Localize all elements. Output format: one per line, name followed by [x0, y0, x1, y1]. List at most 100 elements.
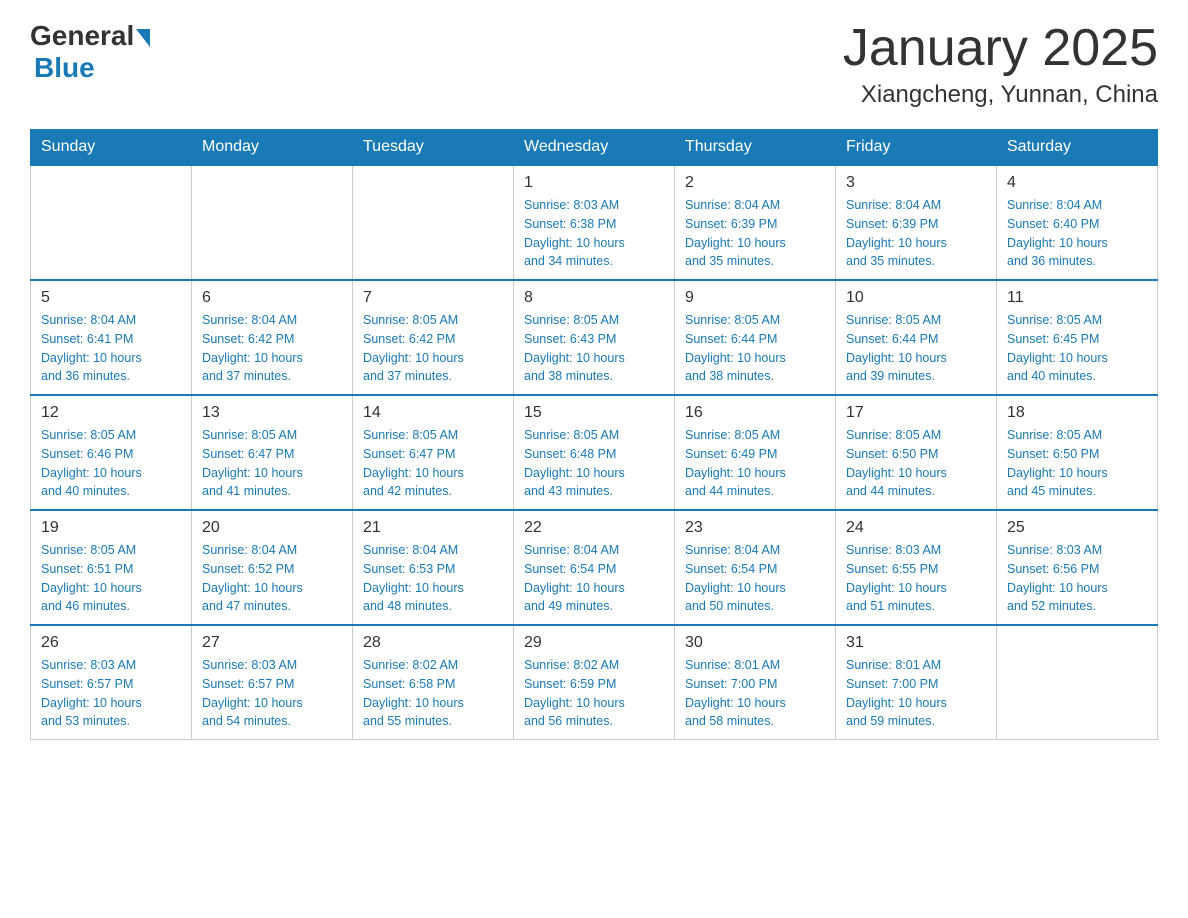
- calendar-cell: 15Sunrise: 8:05 AM Sunset: 6:48 PM Dayli…: [514, 395, 675, 510]
- day-info: Sunrise: 8:01 AM Sunset: 7:00 PM Dayligh…: [685, 656, 825, 731]
- day-number: 21: [363, 519, 503, 537]
- title-section: January 2025 Xiangcheng, Yunnan, China: [843, 20, 1158, 109]
- calendar-cell: [192, 165, 353, 280]
- day-number: 28: [363, 634, 503, 652]
- calendar-cell: 20 Sunrise: 8:04 AM Sunset: 6:52 PM Dayli…: [192, 510, 353, 625]
- col-saturday: Saturday: [997, 130, 1158, 166]
- day-info: Sunrise: 8:05 AM Sunset: 6:44 PM Dayligh…: [846, 311, 986, 386]
- calendar-cell: 24Sunrise: 8:03 AM Sunset: 6:55 PM Dayli…: [836, 510, 997, 625]
- day-number: 19: [41, 519, 181, 537]
- day-info: Sunrise: 8:05 AM Sunset: 6:49 PM Dayligh…: [685, 426, 825, 501]
- day-info: Sunrise: 8:05 AM Sunset: 6:51 PM Dayligh…: [41, 541, 181, 616]
- day-number: 3: [846, 174, 986, 192]
- day-number: 31: [846, 634, 986, 652]
- calendar-cell: 31Sunrise: 8:01 AM Sunset: 7:00 PM Dayli…: [836, 625, 997, 740]
- calendar-cell: 27 Sunrise: 8:03 AM Sunset: 6:57 PM Dayli…: [192, 625, 353, 740]
- day-number: 14: [363, 404, 503, 422]
- calendar-cell: 11 Sunrise: 8:05 AM Sunset: 6:45 PM Dayli…: [997, 280, 1158, 395]
- week-row-5: 26 Sunrise: 8:03 AM Sunset: 6:57 PM Dayli…: [31, 625, 1158, 740]
- calendar-cell: 26 Sunrise: 8:03 AM Sunset: 6:57 PM Dayli…: [31, 625, 192, 740]
- col-tuesday: Tuesday: [353, 130, 514, 166]
- day-info: Sunrise: 8:03 AM Sunset: 6:57 PM Dayligh…: [202, 656, 342, 731]
- day-info: Sunrise: 8:04 AM Sunset: 6:42 PM Dayligh…: [202, 311, 342, 386]
- calendar-header-row: Sunday Monday Tuesday Wednesday Thursday…: [31, 130, 1158, 166]
- day-number: 27: [202, 634, 342, 652]
- day-number: 1: [524, 174, 664, 192]
- day-info: Sunrise: 8:04 AM Sunset: 6:54 PM Dayligh…: [685, 541, 825, 616]
- day-info: Sunrise: 8:05 AM Sunset: 6:47 PM Dayligh…: [202, 426, 342, 501]
- week-row-2: 5Sunrise: 8:04 AM Sunset: 6:41 PM Daylig…: [31, 280, 1158, 395]
- day-number: 29: [524, 634, 664, 652]
- day-info: Sunrise: 8:05 AM Sunset: 6:50 PM Dayligh…: [1007, 426, 1147, 501]
- day-info: Sunrise: 8:02 AM Sunset: 6:59 PM Dayligh…: [524, 656, 664, 731]
- day-info: Sunrise: 8:04 AM Sunset: 6:40 PM Dayligh…: [1007, 196, 1147, 271]
- day-number: 12: [41, 404, 181, 422]
- day-number: 10: [846, 289, 986, 307]
- day-info: Sunrise: 8:05 AM Sunset: 6:46 PM Dayligh…: [41, 426, 181, 501]
- page-header: General Blue January 2025 Xiangcheng, Yu…: [30, 20, 1158, 109]
- logo-blue-text: Blue: [34, 52, 95, 83]
- day-number: 13: [202, 404, 342, 422]
- day-number: 22: [524, 519, 664, 537]
- day-number: 26: [41, 634, 181, 652]
- day-number: 25: [1007, 519, 1147, 537]
- col-sunday: Sunday: [31, 130, 192, 166]
- day-number: 15: [524, 404, 664, 422]
- logo: General Blue: [30, 20, 150, 84]
- calendar-title: January 2025: [843, 20, 1158, 77]
- day-number: 20: [202, 519, 342, 537]
- day-info: Sunrise: 8:05 AM Sunset: 6:50 PM Dayligh…: [846, 426, 986, 501]
- calendar-subtitle: Xiangcheng, Yunnan, China: [843, 81, 1158, 109]
- logo-arrow-icon: [136, 29, 150, 47]
- col-friday: Friday: [836, 130, 997, 166]
- day-info: Sunrise: 8:04 AM Sunset: 6:39 PM Dayligh…: [846, 196, 986, 271]
- day-number: 16: [685, 404, 825, 422]
- calendar-cell: 3 Sunrise: 8:04 AM Sunset: 6:39 PM Daylig…: [836, 165, 997, 280]
- day-info: Sunrise: 8:04 AM Sunset: 6:52 PM Dayligh…: [202, 541, 342, 616]
- calendar-cell: [997, 625, 1158, 740]
- calendar-cell: [353, 165, 514, 280]
- calendar-cell: 6Sunrise: 8:04 AM Sunset: 6:42 PM Daylig…: [192, 280, 353, 395]
- calendar-cell: 12 Sunrise: 8:05 AM Sunset: 6:46 PM Dayli…: [31, 395, 192, 510]
- calendar-cell: [31, 165, 192, 280]
- col-monday: Monday: [192, 130, 353, 166]
- week-row-3: 12 Sunrise: 8:05 AM Sunset: 6:46 PM Dayli…: [31, 395, 1158, 510]
- calendar-cell: 10 Sunrise: 8:05 AM Sunset: 6:44 PM Dayli…: [836, 280, 997, 395]
- day-info: Sunrise: 8:05 AM Sunset: 6:43 PM Dayligh…: [524, 311, 664, 386]
- day-number: 23: [685, 519, 825, 537]
- week-row-4: 19 Sunrise: 8:05 AM Sunset: 6:51 PM Dayli…: [31, 510, 1158, 625]
- calendar-cell: 18 Sunrise: 8:05 AM Sunset: 6:50 PM Dayli…: [997, 395, 1158, 510]
- day-number: 5: [41, 289, 181, 307]
- col-thursday: Thursday: [675, 130, 836, 166]
- day-info: Sunrise: 8:04 AM Sunset: 6:53 PM Dayligh…: [363, 541, 503, 616]
- day-number: 30: [685, 634, 825, 652]
- calendar-cell: 21 Sunrise: 8:04 AM Sunset: 6:53 PM Dayli…: [353, 510, 514, 625]
- day-info: Sunrise: 8:05 AM Sunset: 6:45 PM Dayligh…: [1007, 311, 1147, 386]
- day-info: Sunrise: 8:03 AM Sunset: 6:56 PM Dayligh…: [1007, 541, 1147, 616]
- day-number: 11: [1007, 289, 1147, 307]
- calendar-cell: 22 Sunrise: 8:04 AM Sunset: 6:54 PM Dayli…: [514, 510, 675, 625]
- day-number: 17: [846, 404, 986, 422]
- day-info: Sunrise: 8:02 AM Sunset: 6:58 PM Dayligh…: [363, 656, 503, 731]
- day-number: 8: [524, 289, 664, 307]
- calendar-cell: 25 Sunrise: 8:03 AM Sunset: 6:56 PM Dayli…: [997, 510, 1158, 625]
- day-number: 4: [1007, 174, 1147, 192]
- day-info: Sunrise: 8:03 AM Sunset: 6:55 PM Dayligh…: [846, 541, 986, 616]
- calendar-cell: 16 Sunrise: 8:05 AM Sunset: 6:49 PM Dayli…: [675, 395, 836, 510]
- calendar-cell: 5Sunrise: 8:04 AM Sunset: 6:41 PM Daylig…: [31, 280, 192, 395]
- logo-general-text: General: [30, 20, 134, 52]
- day-number: 18: [1007, 404, 1147, 422]
- calendar-cell: 19 Sunrise: 8:05 AM Sunset: 6:51 PM Dayli…: [31, 510, 192, 625]
- calendar-table: Sunday Monday Tuesday Wednesday Thursday…: [30, 129, 1158, 740]
- week-row-1: 1Sunrise: 8:03 AM Sunset: 6:38 PM Daylig…: [31, 165, 1158, 280]
- day-info: Sunrise: 8:04 AM Sunset: 6:54 PM Dayligh…: [524, 541, 664, 616]
- calendar-cell: 14Sunrise: 8:05 AM Sunset: 6:47 PM Dayli…: [353, 395, 514, 510]
- calendar-cell: 4 Sunrise: 8:04 AM Sunset: 6:40 PM Daylig…: [997, 165, 1158, 280]
- calendar-cell: 28 Sunrise: 8:02 AM Sunset: 6:58 PM Dayli…: [353, 625, 514, 740]
- day-info: Sunrise: 8:03 AM Sunset: 6:57 PM Dayligh…: [41, 656, 181, 731]
- day-number: 2: [685, 174, 825, 192]
- calendar-cell: 1Sunrise: 8:03 AM Sunset: 6:38 PM Daylig…: [514, 165, 675, 280]
- day-info: Sunrise: 8:04 AM Sunset: 6:39 PM Dayligh…: [685, 196, 825, 271]
- calendar-cell: 8 Sunrise: 8:05 AM Sunset: 6:43 PM Daylig…: [514, 280, 675, 395]
- calendar-cell: 17 Sunrise: 8:05 AM Sunset: 6:50 PM Dayli…: [836, 395, 997, 510]
